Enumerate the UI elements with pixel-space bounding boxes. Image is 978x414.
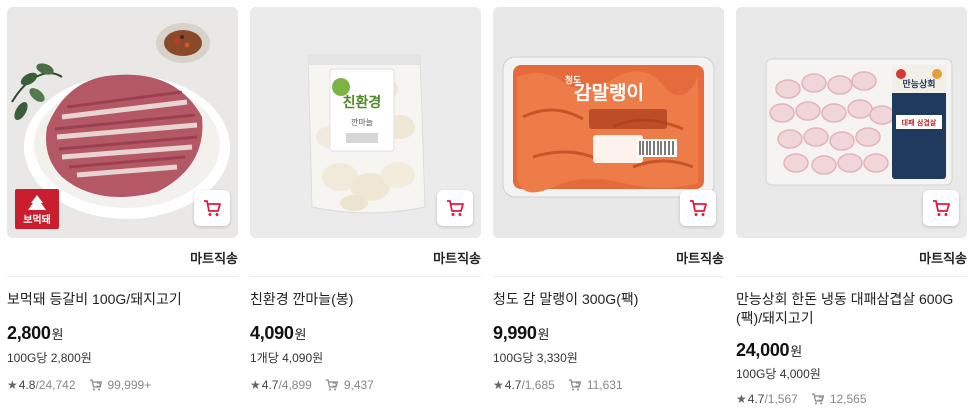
unit-price: 100G당 4,000원 bbox=[736, 367, 821, 381]
repeat-buy: 9,437 bbox=[324, 378, 374, 392]
svg-text:친환경: 친환경 bbox=[343, 94, 382, 111]
repeat-buy: 11,631 bbox=[567, 378, 623, 392]
repeat-buy-icon bbox=[811, 393, 825, 405]
unit-price: 100G당 2,800원 bbox=[7, 351, 92, 365]
unit-price: 1개당 4,090원 bbox=[250, 351, 324, 365]
review-count: /1,685 bbox=[521, 378, 555, 392]
rating-value: 4.7 bbox=[261, 378, 279, 392]
delivery-badge: 마트직송 bbox=[190, 251, 238, 266]
review-meta: ★ 4.7 /1,567 12,565 bbox=[736, 392, 867, 406]
repeat-buy-icon bbox=[325, 379, 339, 391]
star-icon: ★ bbox=[493, 378, 504, 392]
repeat-buy: 12,565 bbox=[810, 392, 867, 406]
product-card[interactable]: 만능상회 대패 삼겹살 마트직송 만능상회 한돈 냉동 대패삼겹살 600G (… bbox=[736, 7, 967, 414]
product-name[interactable]: 만능상회 한돈 냉동 대패삼겹살 600G (팩)/돼지고기 bbox=[736, 290, 964, 328]
repeat-buy: 99,999+ bbox=[88, 378, 152, 392]
delivery-badge: 마트직송 bbox=[676, 251, 724, 266]
star-icon: ★ bbox=[250, 378, 261, 392]
product-price: 2,800 bbox=[7, 323, 51, 343]
product-card[interactable]: 감말랭이 청도 마트직송 청도 감 말랭이 300G(팩) 9,990 원 10… bbox=[493, 7, 724, 414]
unit-price: 100G당 3,330원 bbox=[493, 351, 578, 365]
divider bbox=[7, 276, 238, 277]
svg-text:깐마늘: 깐마늘 bbox=[351, 117, 373, 127]
currency-label: 원 bbox=[790, 344, 803, 359]
review-count: /1,567 bbox=[764, 392, 798, 406]
product-card[interactable]: 보먹돼 마트직송 보먹돼 등갈비 100G/돼지고기 2,800 원 100G당… bbox=[7, 7, 238, 414]
review-meta: ★ 4.7 /1,685 11,631 bbox=[493, 378, 623, 392]
svg-text:청도: 청도 bbox=[565, 74, 582, 86]
svg-text:보먹돼: 보먹돼 bbox=[23, 213, 51, 226]
repeat-count: 9,437 bbox=[343, 378, 374, 392]
product-price: 4,090 bbox=[250, 323, 294, 343]
repeat-count: 12,565 bbox=[829, 392, 867, 406]
cart-icon bbox=[204, 200, 221, 216]
repeat-buy-icon bbox=[89, 379, 102, 391]
repeat-count: 11,631 bbox=[586, 378, 623, 392]
cart-icon bbox=[933, 200, 950, 216]
cart-icon bbox=[447, 200, 464, 216]
rating-value: 4.7 bbox=[504, 378, 522, 392]
product-image[interactable]: 만능상회 대패 삼겹살 bbox=[736, 7, 967, 238]
price-row: 24,000 원 bbox=[736, 340, 802, 361]
currency-label: 원 bbox=[51, 327, 64, 342]
star-icon: ★ bbox=[7, 378, 18, 392]
divider bbox=[250, 276, 481, 277]
product-image[interactable]: 친환경 깐마늘 bbox=[250, 7, 481, 238]
review-meta: ★ 4.7 /4,899 9,437 bbox=[250, 378, 374, 392]
divider bbox=[736, 276, 967, 277]
repeat-buy-icon bbox=[568, 379, 582, 391]
add-to-cart-button[interactable] bbox=[194, 190, 230, 226]
currency-label: 원 bbox=[294, 327, 307, 342]
add-to-cart-button[interactable] bbox=[437, 190, 473, 226]
price-row: 9,990 원 bbox=[493, 323, 550, 344]
delivery-badge: 마트직송 bbox=[919, 251, 967, 266]
product-price: 9,990 bbox=[493, 323, 537, 343]
svg-text:대패 삼겹살: 대패 삼겹살 bbox=[902, 118, 937, 127]
delivery-badge: 마트직송 bbox=[433, 251, 481, 266]
product-image[interactable]: 보먹돼 bbox=[7, 7, 238, 238]
price-row: 4,090 원 bbox=[250, 323, 307, 344]
add-to-cart-button[interactable] bbox=[923, 190, 959, 226]
svg-text:감말랭이: 감말랭이 bbox=[574, 82, 644, 104]
rating-value: 4.7 bbox=[747, 392, 765, 406]
product-card[interactable]: 친환경 깐마늘 마트직송 친환경 깐마늘(봉) 4,090 원 1개당 4,09… bbox=[250, 7, 481, 414]
review-meta: ★ 4.8 /24,742 99,999+ bbox=[7, 378, 151, 392]
repeat-count: 99,999+ bbox=[107, 378, 152, 392]
product-name[interactable]: 보먹돼 등갈비 100G/돼지고기 bbox=[7, 290, 235, 309]
product-image[interactable]: 감말랭이 청도 bbox=[493, 7, 724, 238]
add-to-cart-button[interactable] bbox=[680, 190, 716, 226]
review-count: /24,742 bbox=[35, 378, 76, 392]
svg-text:만능상회: 만능상회 bbox=[902, 78, 935, 90]
product-grid: 보먹돼 마트직송 보먹돼 등갈비 100G/돼지고기 2,800 원 100G당… bbox=[7, 7, 971, 414]
currency-label: 원 bbox=[537, 327, 550, 342]
product-name[interactable]: 친환경 깐마늘(봉) bbox=[250, 290, 478, 309]
rating-value: 4.8 bbox=[18, 378, 36, 392]
price-row: 2,800 원 bbox=[7, 323, 64, 344]
review-count: /4,899 bbox=[278, 378, 312, 392]
product-name[interactable]: 청도 감 말랭이 300G(팩) bbox=[493, 290, 721, 309]
divider bbox=[493, 276, 724, 277]
star-icon: ★ bbox=[736, 392, 747, 406]
product-price: 24,000 bbox=[736, 340, 790, 360]
cart-icon bbox=[690, 200, 707, 216]
